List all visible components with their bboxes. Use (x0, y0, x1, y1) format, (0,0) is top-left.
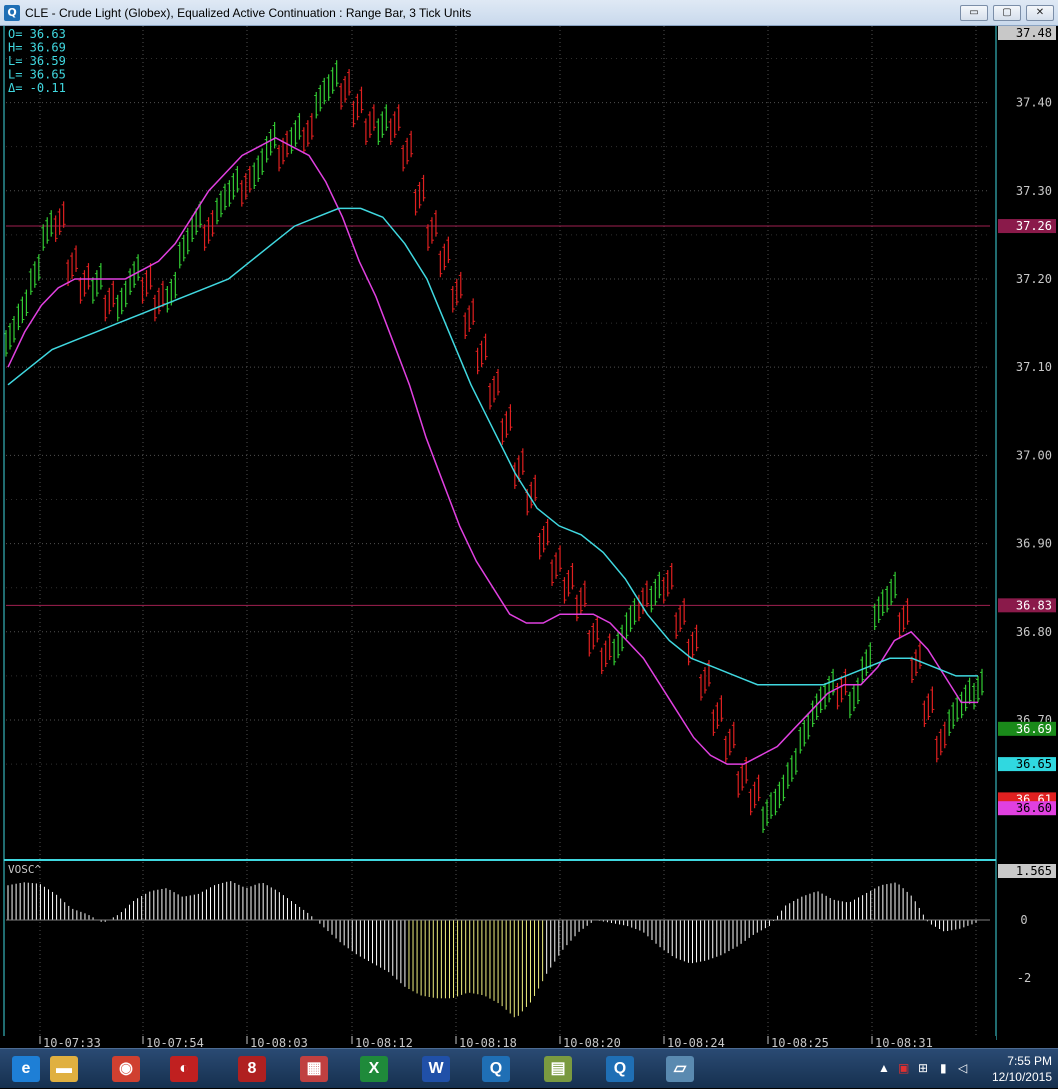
taskbar-app-3[interactable]: ◐ (160, 1052, 208, 1086)
osc-tick-label: -2 (1017, 971, 1031, 985)
readout-line: O= 36.63 (8, 27, 66, 41)
taskbar-app-8[interactable]: Q (472, 1052, 520, 1086)
oscillator-title: VOSC^ (8, 863, 41, 876)
time-tick-label: 10-08:12 (355, 1036, 413, 1048)
taskbar-app-icon: Q (606, 1056, 634, 1082)
clock-date: 12/10/2015 (991, 1070, 1052, 1084)
price-tick-label: 37.10 (1016, 360, 1052, 374)
readout-line: H= 36.69 (8, 41, 66, 55)
price-tick-label: 37.00 (1016, 448, 1052, 462)
price-tick-label: 37.20 (1016, 272, 1052, 286)
osc-top-label: 1.565 (1016, 864, 1052, 878)
price-tick-label: 36.80 (1016, 625, 1052, 639)
chart-area[interactable]: O= 36.63H= 36.69L= 36.59L= 36.65Δ= -0.11… (0, 26, 1058, 1048)
taskbar-app-icon: ▱ (666, 1056, 694, 1082)
app-icon[interactable]: Q (4, 5, 20, 21)
time-tick-label: 10-08:25 (771, 1036, 829, 1048)
clock[interactable]: 7:55 PM 12/10/2015 (992, 1053, 1052, 1085)
tray-signal-icon[interactable]: ▮ (940, 1061, 947, 1075)
price-badge-label: 36.69 (1016, 722, 1052, 736)
time-tick-label: 10-08:18 (459, 1036, 517, 1048)
system-tray: ▲ ▣ ⊞ ▮ ◁ 7:55 PM 12/10/2015 (858, 1049, 1058, 1089)
taskbar-app-11[interactable]: ▱ (656, 1052, 704, 1086)
taskbar-app-icon: Q (482, 1056, 510, 1082)
taskbar-app-4[interactable]: 8 (228, 1052, 276, 1086)
time-axis[interactable]: 10-07:33 10-07:54 10-08:03 10-08:12 10-08:18… (0, 1036, 996, 1048)
top-price-label: 37.48 (1016, 26, 1052, 40)
taskbar-app-icon: ▤ (544, 1056, 572, 1082)
tray-volume-icon[interactable]: ◁ (958, 1061, 967, 1075)
taskbar-app-icon: e (12, 1056, 40, 1082)
tray-windows-icon[interactable]: ⊞ (918, 1061, 928, 1075)
ohlc-readout: O= 36.63H= 36.69L= 36.59L= 36.65Δ= -0.11 (8, 27, 66, 95)
taskbar-app-1[interactable]: ▬ (40, 1052, 88, 1086)
taskbar-app-5[interactable]: ▦ (290, 1052, 338, 1086)
price-badge-label: 37.26 (1016, 219, 1052, 233)
readout-line: Δ= -0.11 (8, 81, 66, 95)
taskbar-app-10[interactable]: Q (596, 1052, 644, 1086)
taskbar-app-9[interactable]: ▤ (534, 1052, 582, 1086)
taskbar-app-icon: ▦ (300, 1056, 328, 1082)
window-title: CLE - Crude Light (Globex), Equalized Ac… (25, 6, 472, 20)
close-button[interactable]: ✕ (1026, 5, 1054, 21)
tray-flag-icon[interactable]: ▣ (898, 1061, 909, 1075)
price-badge-label: 36.60 (1016, 801, 1052, 815)
tray-up-arrow-icon[interactable]: ▲ (878, 1061, 890, 1075)
time-tick-label: 10-07:33 (43, 1036, 101, 1048)
price-badge-label: 36.65 (1016, 757, 1052, 771)
price-tick-label: 36.90 (1016, 537, 1052, 551)
taskbar-app-icon: ◐ (170, 1056, 198, 1082)
title-bar: Q CLE - Crude Light (Globex), Equalized … (0, 0, 1058, 26)
time-tick-label: 10-08:03 (250, 1036, 308, 1048)
time-tick-label: 10-07:54 (146, 1036, 204, 1048)
taskbar-app-icon: ◉ (112, 1056, 140, 1082)
taskbar-app-7[interactable]: W (412, 1052, 460, 1086)
readout-line: L= 36.59 (8, 54, 66, 68)
taskbar-app-icon: ▬ (50, 1056, 78, 1082)
taskbar-app-2[interactable]: ◉ (102, 1052, 150, 1086)
taskbar-app-icon: 8 (238, 1056, 266, 1082)
price-badge-label: 36.83 (1016, 598, 1052, 612)
time-tick-label: 10-08:31 (875, 1036, 933, 1048)
maximize-button[interactable]: ▢ (993, 5, 1021, 21)
osc-tick-label: 0 (1020, 913, 1027, 927)
taskbar-app-icon: X (360, 1056, 388, 1082)
clock-time: 7:55 PM (1007, 1054, 1052, 1068)
taskbar-app-icon: W (422, 1056, 450, 1082)
time-tick-label: 10-08:24 (667, 1036, 725, 1048)
taskbar: e ▬ ◉ ◐ 8 ▦ X W Q ▤ Q ▱ ▲ ▣ ⊞ ▮ ◁ 7:55 PM 12/10/201… (0, 1048, 1058, 1088)
time-tick-label: 10-08:20 (563, 1036, 621, 1048)
price-tick-label: 37.40 (1016, 96, 1052, 110)
taskbar-app-6[interactable]: X (350, 1052, 398, 1086)
price-tick-label: 37.30 (1016, 184, 1052, 198)
minimize-button[interactable]: ▭ (960, 5, 988, 21)
readout-line: L= 36.65 (8, 68, 66, 82)
